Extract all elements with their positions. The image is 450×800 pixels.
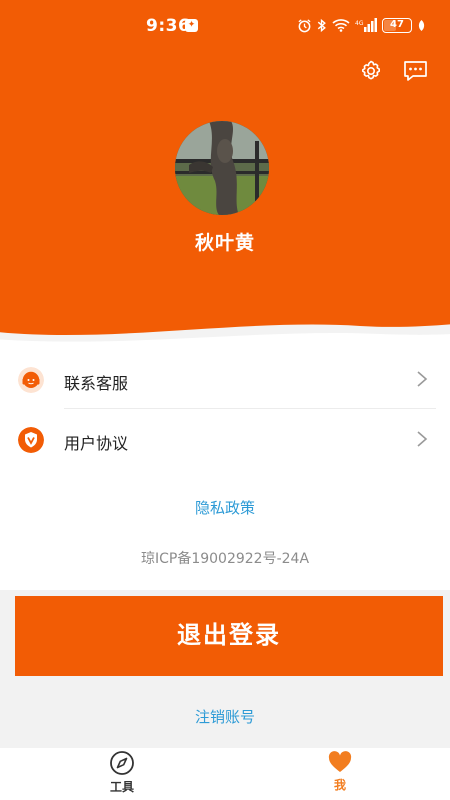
notification-badge-icon: ✦ — [185, 19, 198, 32]
gear-icon — [362, 60, 380, 80]
v-shield-icon — [18, 427, 44, 453]
menu-item-label: 联系客服 — [64, 374, 129, 393]
avatar-image — [175, 121, 269, 215]
menu-item-label: 用户协议 — [64, 434, 129, 453]
message-button[interactable] — [402, 58, 428, 84]
heart-icon — [328, 751, 352, 772]
status-bar: 9:36 ✦ 4G 47 — [0, 0, 450, 48]
leaf-icon — [418, 19, 425, 31]
profile-header: 9:36 ✦ 4G 47 秋叶黄 — [0, 0, 450, 345]
cancel-account-link[interactable]: 注销账号 — [0, 706, 450, 727]
bluetooth-icon — [317, 18, 326, 32]
avatar[interactable] — [175, 121, 269, 215]
tab-tools[interactable]: 工具 — [92, 750, 152, 800]
menu-divider — [64, 408, 436, 409]
tab-me[interactable]: 我 — [310, 750, 370, 800]
privacy-policy-link[interactable]: 隐私政策 — [0, 497, 450, 518]
status-time: 9:36 — [146, 16, 191, 36]
username: 秋叶黄 — [194, 232, 255, 254]
bottom-tab-bar: 工具 我 — [0, 748, 450, 800]
chat-bubble-icon — [403, 60, 427, 81]
header-actions — [358, 58, 428, 84]
battery-icon: 47 — [382, 17, 412, 33]
alarm-icon — [298, 18, 311, 32]
tab-label: 工具 — [109, 780, 134, 794]
battery-level: 47 — [390, 18, 404, 30]
compass-icon — [110, 751, 134, 775]
logout-button[interactable]: 退出登录 — [15, 596, 443, 676]
status-icons: 4G 47 — [297, 15, 426, 35]
svg-text:4G: 4G — [355, 20, 364, 27]
menu-item-customer-service[interactable]: 联系客服 — [0, 350, 450, 410]
menu-item-user-agreement[interactable]: 用户协议 — [0, 410, 450, 470]
header-wave — [0, 324, 450, 345]
icp-record: 琼ICP备19002922号-24A — [140, 551, 310, 567]
tab-label: 我 — [333, 778, 346, 792]
signal-icon: 4G — [355, 18, 377, 32]
menu-list: 联系客服 用户协议 — [0, 350, 450, 470]
chevron-right-icon — [417, 371, 428, 387]
settings-button[interactable] — [358, 58, 384, 84]
wifi-icon — [332, 19, 350, 32]
chevron-right-icon — [417, 431, 428, 447]
headset-icon — [18, 367, 44, 393]
